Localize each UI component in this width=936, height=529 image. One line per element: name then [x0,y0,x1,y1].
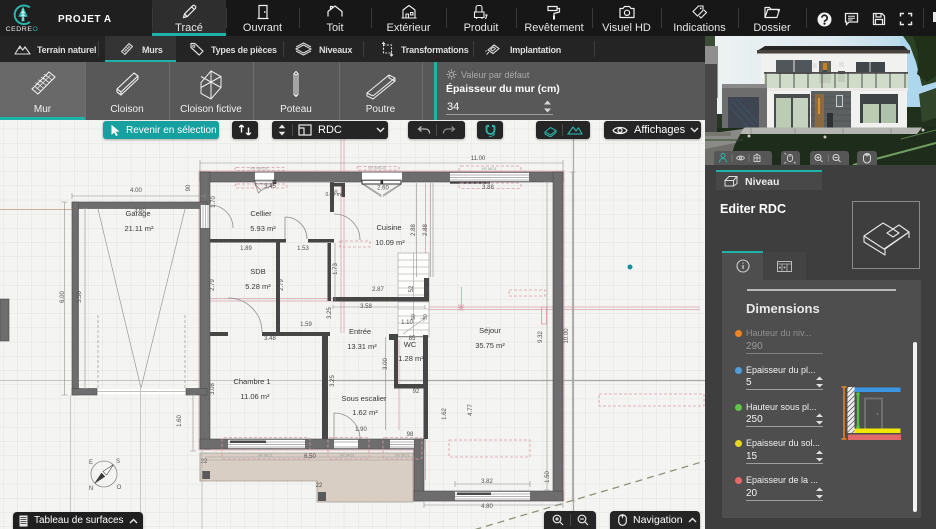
svg-text:50: 50 [334,189,339,195]
svg-text:1.60: 1.60 [177,415,183,427]
svg-text:VR MO1: VR MO1 [481,166,497,171]
svg-text:4.80: 4.80 [481,504,493,510]
svg-text:Entrée: Entrée [349,327,371,336]
svg-text:4.77: 4.77 [468,404,474,416]
svg-text:3.58: 3.58 [360,304,372,310]
svg-text:60: 60 [425,285,431,292]
svg-text:50: 50 [411,314,417,320]
svg-text:2.60: 2.60 [377,186,389,192]
svg-text:Cuisine: Cuisine [376,223,401,232]
svg-text:35.75 m²: 35.75 m² [475,341,505,350]
svg-text:VR MO1: VR MO1 [394,453,410,458]
svg-text:21.11 m²: 21.11 m² [124,224,154,233]
svg-text:2.79: 2.79 [279,279,285,291]
svg-text:3.88: 3.88 [482,185,494,191]
svg-text:1.73: 1.73 [333,263,339,275]
svg-text:1.59: 1.59 [300,322,312,328]
svg-text:Chambre 1: Chambre 1 [233,377,270,386]
svg-text:3.48: 3.48 [264,336,276,342]
svg-text:10.09 m²: 10.09 m² [375,238,405,247]
svg-text:O: O [117,485,122,491]
svg-text:N: N [89,486,93,492]
svg-text:Sous escalier: Sous escalier [341,394,387,403]
svg-text:90: 90 [186,184,192,191]
svg-text:5.28 m²: 5.28 m² [245,282,271,291]
svg-text:11.06 m²: 11.06 m² [240,392,270,401]
svg-text:1.53: 1.53 [297,246,309,252]
svg-text:2.87: 2.87 [372,287,384,293]
svg-text:98: 98 [407,432,414,438]
svg-text:WC: WC [404,340,417,349]
svg-text:3.25: 3.25 [330,375,336,387]
svg-text:E: E [89,460,93,466]
svg-text:Cellier: Cellier [250,209,272,218]
svg-text:Séjour: Séjour [479,326,501,335]
svg-text:2.88: 2.88 [411,224,417,236]
svg-text:VR MECE: VR MECE [250,166,269,171]
svg-text:S: S [116,459,120,465]
svg-text:1.50: 1.50 [545,471,551,483]
svg-text:4.00: 4.00 [130,188,142,194]
svg-text:1.70: 1.70 [211,196,217,208]
svg-text:VR MO1: VR MO1 [339,453,355,458]
svg-text:9.32: 9.32 [538,331,544,343]
svg-text:3.08: 3.08 [210,383,216,395]
svg-text:1.62: 1.62 [442,408,448,420]
svg-text:VR MO1: VR MO1 [257,453,273,458]
svg-text:VR MECE: VR MECE [368,165,387,170]
svg-text:13.31 m²: 13.31 m² [347,342,377,351]
svg-text:52: 52 [409,285,415,292]
svg-text:3.00: 3.00 [383,358,389,370]
svg-text:3.45: 3.45 [264,184,276,190]
svg-text:10.00: 10.00 [564,328,570,344]
svg-text:5.93 m²: 5.93 m² [250,224,276,233]
svg-text:Garage: Garage [125,209,150,218]
svg-text:22: 22 [316,483,323,489]
svg-text:6.50: 6.50 [304,454,316,460]
svg-text:1.10: 1.10 [401,320,413,326]
svg-text:2.88: 2.88 [423,224,429,236]
svg-text:6.00: 6.00 [60,291,66,303]
svg-text:11.00: 11.00 [471,156,486,162]
svg-text:3.25: 3.25 [327,307,333,319]
svg-text:1.62 m²: 1.62 m² [352,408,378,417]
svg-text:92: 92 [413,389,420,395]
svg-text:1.28 m²: 1.28 m² [398,354,424,363]
svg-text:30: 30 [423,314,429,320]
svg-text:2.79: 2.79 [210,279,216,291]
svg-text:3.82: 3.82 [481,479,493,485]
svg-text:1.89: 1.89 [240,246,252,252]
svg-text:SDB: SDB [250,267,265,276]
svg-text:5.56: 5.56 [77,291,83,303]
svg-text:1.90: 1.90 [355,427,367,433]
